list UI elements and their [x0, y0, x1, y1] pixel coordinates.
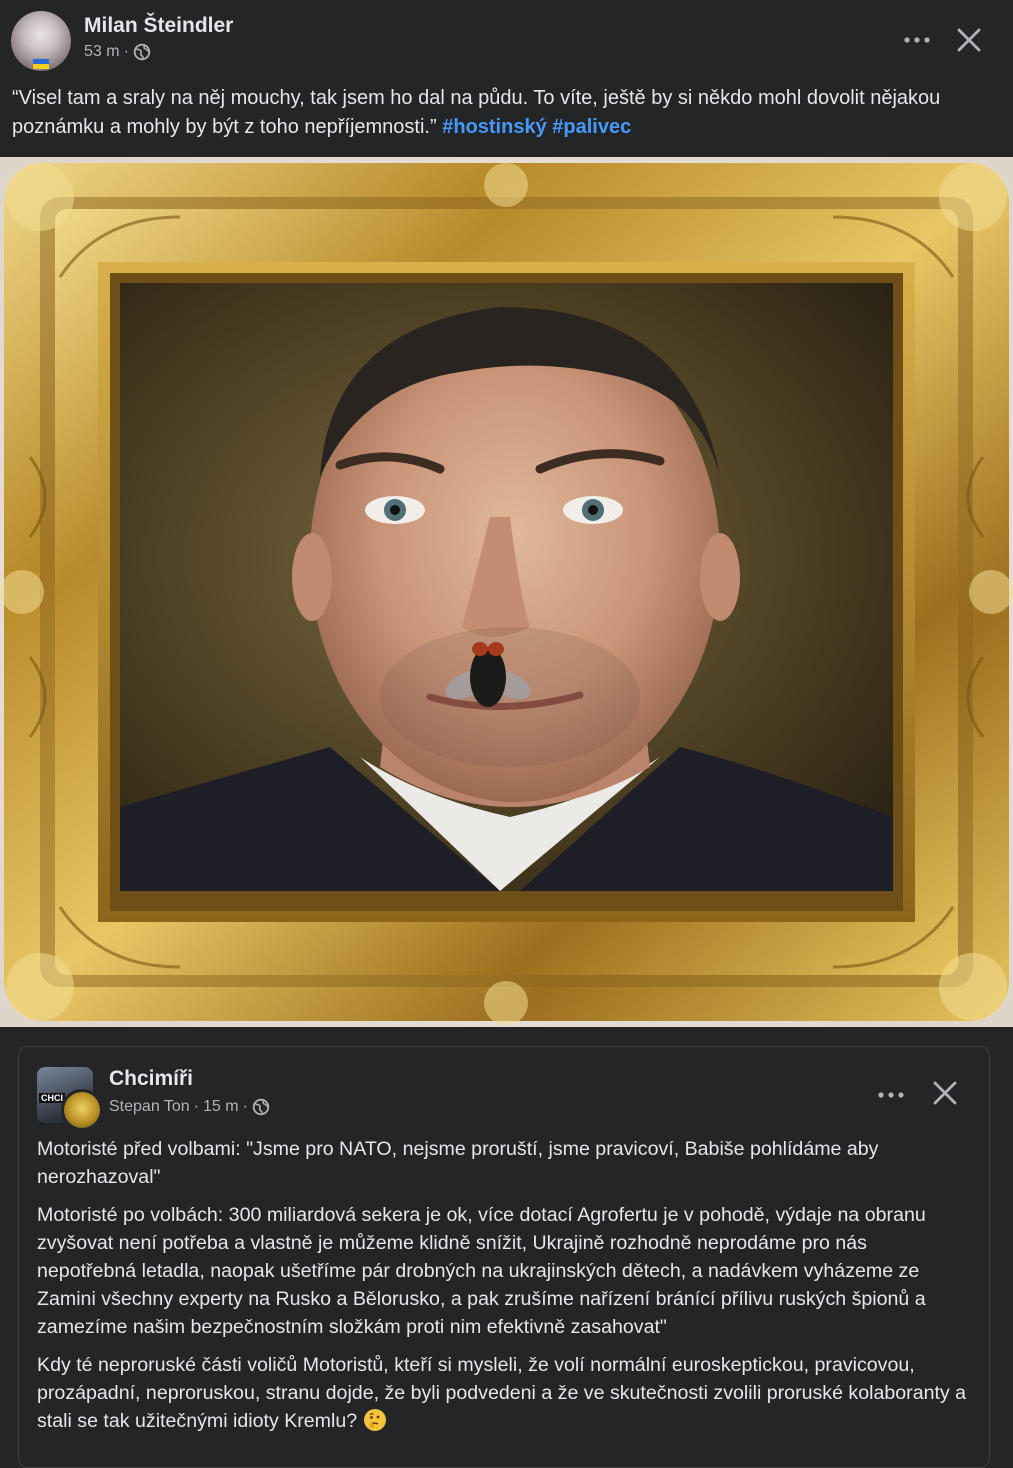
shared-post-meta: Stepan Ton · 15 m ·: [109, 1098, 270, 1116]
post-text: “Visel tam a sraly na něj mouchy, tak js…: [12, 84, 1002, 142]
ukraine-flag-icon: [33, 59, 49, 69]
author-name[interactable]: Milan Šteindler: [84, 14, 233, 38]
paragraph-after-elections: Motoristé po volbách: 300 miliardová sek…: [37, 1204, 926, 1338]
shared-close-button[interactable]: [925, 1073, 965, 1113]
shared-more-options-button[interactable]: [873, 1077, 909, 1113]
hashtag-palivec[interactable]: #palivec: [552, 116, 631, 138]
shared-post-text: Motoristé před volbami: "Jsme pro NATO, …: [37, 1135, 967, 1445]
shared-post[interactable]: CHCI Chcimíři Stepan Ton · 15 m · Motori…: [18, 1046, 990, 1468]
paragraph-question: Kdy té neproruské části voličů Motoristů…: [37, 1351, 967, 1435]
paragraph-before-elections: Motoristé před volbami: "Jsme pro NATO, …: [37, 1138, 879, 1188]
thinking-face-emoji-icon: [363, 1409, 386, 1431]
globe-icon: [133, 43, 151, 61]
close-icon: [933, 1081, 957, 1105]
more-options-icon: [904, 37, 930, 43]
framed-portrait-image: [0, 157, 1013, 1027]
post-header: Milan Šteindler 53 m ·: [0, 0, 1013, 80]
author-sub-avatar[interactable]: [61, 1089, 103, 1131]
shared-time[interactable]: 15 m: [203, 1098, 239, 1116]
page-avatar-label: CHCI: [39, 1093, 65, 1103]
post-photo[interactable]: [0, 157, 1013, 1027]
page-name[interactable]: Chcimíři: [109, 1067, 193, 1091]
author-avatar[interactable]: [11, 11, 71, 71]
meta-separator: ·: [242, 1098, 248, 1115]
close-button[interactable]: [949, 20, 989, 60]
post-time[interactable]: 53 m: [84, 43, 120, 61]
shared-author[interactable]: Stepan Ton: [109, 1098, 190, 1116]
post-meta: 53 m ·: [84, 43, 151, 61]
close-icon: [957, 28, 981, 52]
globe-icon: [252, 1098, 270, 1116]
more-options-icon: [878, 1092, 904, 1098]
meta-separator: ·: [193, 1098, 199, 1115]
hashtag-hostinsky[interactable]: #hostinský: [442, 116, 546, 138]
meta-separator: ·: [123, 43, 129, 60]
more-options-button[interactable]: [899, 22, 935, 58]
paragraph-question-text: Kdy té neproruské části voličů Motoristů…: [37, 1354, 967, 1432]
